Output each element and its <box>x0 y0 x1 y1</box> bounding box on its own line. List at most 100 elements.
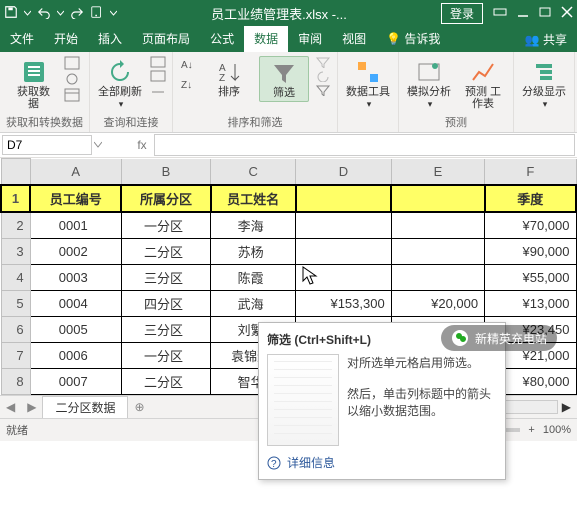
sheet-nav-prev[interactable]: ◀ <box>0 400 21 414</box>
cell[interactable]: 四分区 <box>121 291 210 317</box>
chevron-down-icon[interactable] <box>57 10 64 17</box>
from-table-icon[interactable] <box>64 88 80 102</box>
row-header[interactable]: 8 <box>1 369 30 395</box>
close-icon[interactable] <box>561 6 573 21</box>
sort-button[interactable]: AZ 排序 <box>205 56 253 100</box>
redo-icon[interactable] <box>70 5 84 22</box>
cell[interactable]: 苏杨 <box>211 239 296 265</box>
cell[interactable]: ¥13,000 <box>485 291 576 317</box>
tab-home[interactable]: 开始 <box>44 26 88 52</box>
zoom-in[interactable]: + <box>528 424 534 436</box>
refresh-all-button[interactable]: 全部刷新▾ <box>96 56 144 112</box>
cell[interactable]: ¥20,000 <box>391 291 484 317</box>
chevron-down-icon[interactable] <box>24 10 31 17</box>
row-header[interactable]: 6 <box>1 317 30 343</box>
edit-links-icon[interactable] <box>150 84 166 96</box>
col-header[interactable]: C <box>211 159 296 186</box>
data-tools-button[interactable]: 数据工具▾ <box>344 56 392 112</box>
tab-insert[interactable]: 插入 <box>88 26 132 52</box>
tab-data[interactable]: 数据 <box>244 26 288 52</box>
cell[interactable]: ¥70,000 <box>485 212 576 239</box>
cell[interactable] <box>296 185 391 212</box>
cell[interactable]: 二分区 <box>121 369 210 395</box>
cell[interactable]: 员工编号 <box>30 185 121 212</box>
cell[interactable]: 0003 <box>30 265 121 291</box>
cell[interactable] <box>391 265 484 291</box>
cell[interactable]: 一分区 <box>121 212 210 239</box>
from-web-icon[interactable] <box>64 72 80 86</box>
col-header[interactable]: F <box>485 159 576 186</box>
select-all[interactable] <box>1 159 30 186</box>
login-button[interactable]: 登录 <box>441 3 483 24</box>
advanced-icon[interactable] <box>315 84 331 96</box>
cell[interactable]: 员工姓名 <box>211 185 296 212</box>
row-header[interactable]: 2 <box>1 212 30 239</box>
sort-desc-icon[interactable]: Z↓ <box>179 76 199 92</box>
row-header[interactable]: 1 <box>1 185 30 212</box>
cell[interactable]: 三分区 <box>121 317 210 343</box>
cell[interactable]: 一分区 <box>121 343 210 369</box>
col-header[interactable]: D <box>296 159 391 186</box>
row-header[interactable]: 4 <box>1 265 30 291</box>
cell[interactable] <box>296 212 391 239</box>
save-icon[interactable] <box>4 5 18 22</box>
scroll-right[interactable]: ▶ <box>562 400 571 414</box>
zoom-level[interactable]: 100% <box>543 424 571 436</box>
filter-button[interactable]: 筛选 <box>259 56 309 102</box>
cell[interactable]: 二分区 <box>121 239 210 265</box>
tooltip-more-link[interactable]: ? 详细信息 <box>267 454 497 471</box>
clear-filter-icon[interactable] <box>315 56 331 68</box>
cell[interactable]: 0001 <box>30 212 121 239</box>
sheet-tab[interactable]: 二分区数据 <box>42 396 128 418</box>
whatif-button[interactable]: 模拟分析▾ <box>405 56 453 112</box>
cell[interactable]: ¥153,300 <box>296 291 391 317</box>
cell[interactable]: 武海 <box>211 291 296 317</box>
tab-review[interactable]: 审阅 <box>288 26 332 52</box>
add-sheet-button[interactable]: ⊕ <box>128 400 150 414</box>
col-header[interactable]: A <box>30 159 121 186</box>
chevron-down-icon[interactable] <box>94 141 102 149</box>
cell[interactable]: 季度 <box>485 185 576 212</box>
cell[interactable]: ¥90,000 <box>485 239 576 265</box>
reapply-icon[interactable] <box>315 70 331 82</box>
cell[interactable]: 所属分区 <box>121 185 210 212</box>
cell[interactable]: 李海 <box>211 212 296 239</box>
sort-asc-icon[interactable]: A↓ <box>179 56 199 72</box>
tab-file[interactable]: 文件 <box>0 26 44 52</box>
cell[interactable]: 0005 <box>30 317 121 343</box>
cell[interactable]: 0002 <box>30 239 121 265</box>
tab-pagelayout[interactable]: 页面布局 <box>132 26 200 52</box>
properties-icon[interactable] <box>150 70 166 82</box>
cell[interactable] <box>391 212 484 239</box>
row-header[interactable]: 5 <box>1 291 30 317</box>
cell[interactable]: 三分区 <box>121 265 210 291</box>
minimize-icon[interactable] <box>517 6 529 21</box>
queries-icon[interactable] <box>150 56 166 68</box>
maximize-icon[interactable] <box>539 6 551 21</box>
cell[interactable]: 0004 <box>30 291 121 317</box>
touch-icon[interactable] <box>90 5 104 22</box>
col-header[interactable]: B <box>121 159 210 186</box>
cell[interactable] <box>391 239 484 265</box>
share-button[interactable]: 👥 共享 <box>515 31 577 48</box>
col-header[interactable]: E <box>391 159 484 186</box>
ribbon-options-icon[interactable] <box>493 5 507 22</box>
from-text-icon[interactable] <box>64 56 80 70</box>
tab-tellme[interactable]: 💡 告诉我 <box>376 26 450 52</box>
undo-icon[interactable] <box>37 5 51 22</box>
cell[interactable]: ¥55,000 <box>485 265 576 291</box>
forecast-button[interactable]: 预测 工作表 <box>459 56 507 112</box>
tab-view[interactable]: 视图 <box>332 26 376 52</box>
cell[interactable] <box>296 239 391 265</box>
tab-formulas[interactable]: 公式 <box>200 26 244 52</box>
cell[interactable]: 0007 <box>30 369 121 395</box>
cell[interactable]: 0006 <box>30 343 121 369</box>
fx-icon[interactable]: fx <box>132 138 152 152</box>
cell[interactable] <box>391 185 484 212</box>
sheet-nav-next[interactable]: ▶ <box>21 400 42 414</box>
name-box[interactable] <box>2 135 92 155</box>
row-header[interactable]: 3 <box>1 239 30 265</box>
chevron-down-icon[interactable] <box>110 10 117 17</box>
cell[interactable]: 陈霞 <box>211 265 296 291</box>
row-header[interactable]: 7 <box>1 343 30 369</box>
